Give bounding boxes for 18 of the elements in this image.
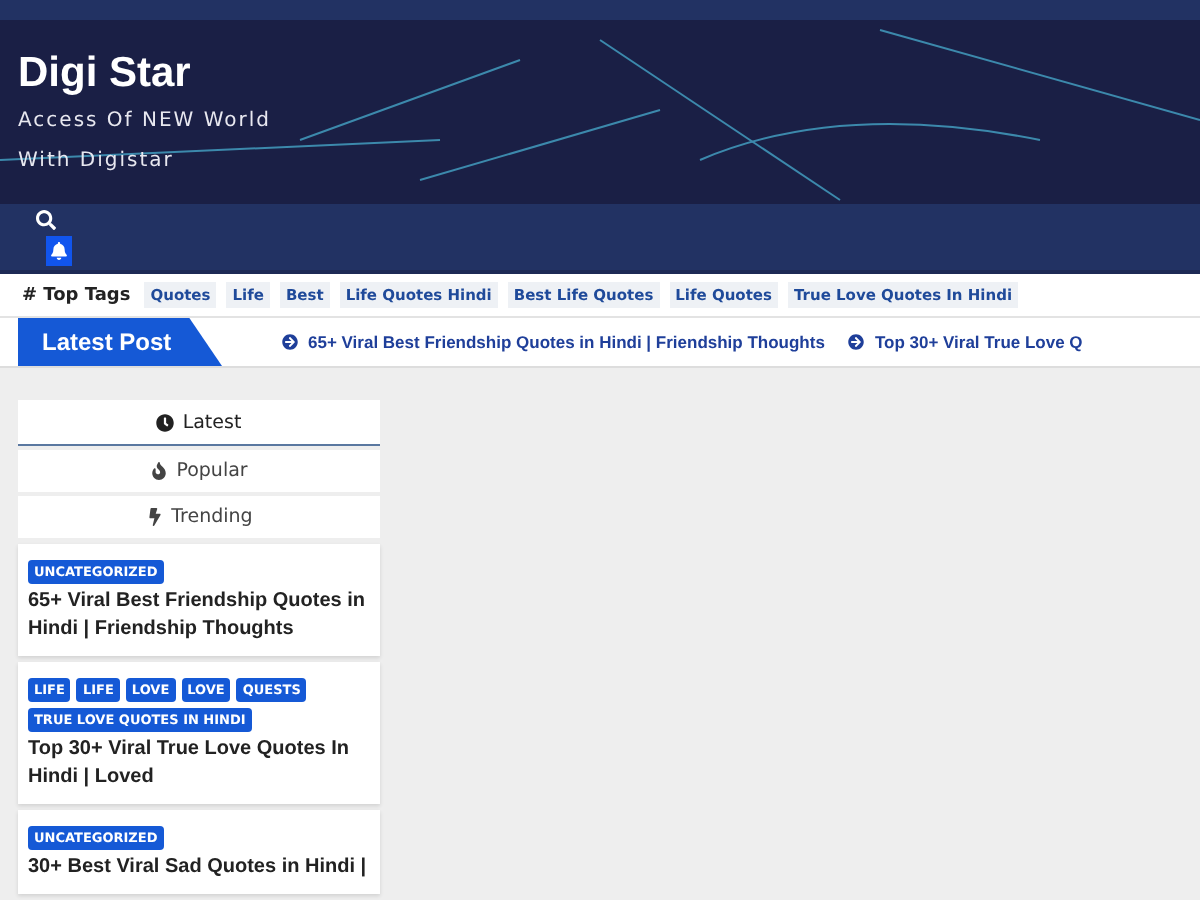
site-title[interactable]: Digi Star	[18, 48, 191, 100]
sidebar-tab[interactable]: Trending	[18, 496, 380, 538]
clock-icon	[156, 413, 175, 431]
post-title[interactable]: 30+ Best Viral Sad Quotes in Hindi |	[28, 854, 370, 882]
sidebar-tab[interactable]: Latest	[18, 400, 380, 446]
search-icon[interactable]	[36, 210, 56, 230]
flame-icon	[150, 462, 169, 480]
site-tagline: Access Of NEW World	[18, 108, 272, 136]
post-title[interactable]: Top 30+ Viral True Love Quotes In Hindi | Loved	[28, 736, 370, 792]
sidebar-tab[interactable]: Popular	[18, 450, 380, 492]
latest-post-label: Latest Post	[18, 318, 222, 366]
lightning-bolt-icon	[145, 508, 164, 526]
ticker-post-link[interactable]: 65+ Viral Best Friendship Quotes in Hindi | Friendship Thoughts	[282, 332, 825, 352]
top-tags-label: # Top Tags	[22, 285, 131, 305]
ticker-post-link[interactable]: Top 30+ Viral True Love Q	[848, 332, 1083, 352]
bell-icon[interactable]	[46, 236, 72, 266]
site-tagline: With Digistar	[18, 148, 174, 176]
post-title[interactable]: 65+ Viral Best Friendship Quotes in Hindi | Friendship Thoughts	[28, 588, 370, 644]
